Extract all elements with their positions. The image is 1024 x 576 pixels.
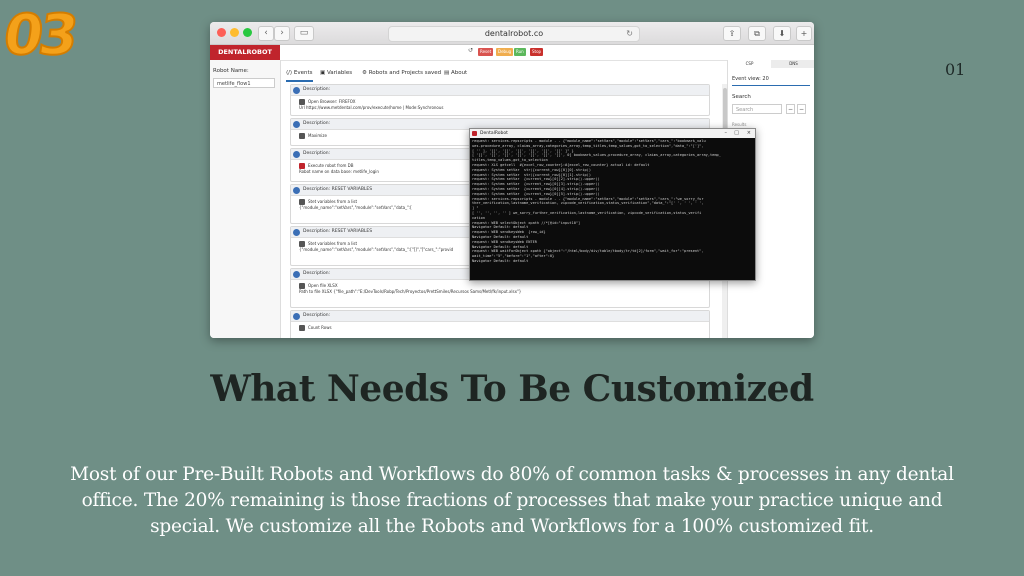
info-icon <box>293 228 300 236</box>
right-panel-tabs: CSP DNS <box>728 60 814 68</box>
tab-about[interactable]: ▤ About <box>444 66 467 80</box>
minimize-icon[interactable]: – <box>725 129 728 138</box>
new-tab-icon[interactable]: + <box>796 26 812 41</box>
card-line-1: Execute robot from DB <box>308 163 354 168</box>
card-line-2: Url https://www.metdental.com/prov/execu… <box>299 105 444 110</box>
rows-icon <box>299 325 305 331</box>
card-description: Description: <box>303 151 331 156</box>
tabs-icon[interactable]: ⧉ <box>748 26 766 41</box>
divider <box>732 85 810 86</box>
tab-robots-projects[interactable]: ⚙ Robots and Projects saved <box>362 66 441 80</box>
maximize-window-dot[interactable] <box>243 28 252 37</box>
browser-toolbar: ‹ › ▭ dentalrobot.co ↻ ⇪ ⧉ ⬇ + <box>210 22 814 45</box>
info-icon <box>293 150 300 158</box>
tab-robots-label: Robots and Projects saved <box>368 70 442 76</box>
download-icon[interactable]: ⬇ <box>773 26 791 41</box>
tab-events[interactable]: ⟨/⟩ Events <box>286 66 313 82</box>
sidebar-toggle-icon[interactable]: ▭ <box>294 26 314 41</box>
card-line-2: {"module_name":"setVars","module":"setVa… <box>299 205 412 210</box>
info-icon <box>293 86 300 94</box>
event-view-label: Event view: 20 <box>732 76 769 82</box>
back-icon[interactable]: ‹ <box>258 26 274 41</box>
tab-dns[interactable]: DNS <box>772 60 814 68</box>
event-card[interactable]: Description: Open Browser: FIREFOX Url ht… <box>290 84 710 116</box>
app-screenshot: ‹ › ▭ dentalrobot.co ↻ ⇪ ⧉ ⬇ + DENTALROB… <box>210 22 814 338</box>
run-button[interactable]: Run <box>514 48 526 56</box>
console-title: DentalRobot <box>480 131 508 136</box>
card-description: Description: <box>303 271 331 276</box>
restore-icon[interactable]: □ <box>734 129 739 138</box>
app-logo: DENTALROBOT <box>210 45 280 60</box>
slide-heading: What Needs To Be Customized <box>210 368 814 410</box>
tab-variables[interactable]: ▣ Variables <box>320 66 352 80</box>
app-toolbar: ↺ Reset Debug Run Stop <box>280 45 814 61</box>
card-description: Description: RESET VARIABLES <box>303 229 373 234</box>
robot-name-label: Robot Name: <box>213 68 249 74</box>
console-titlebar: DentalRobot – □ × <box>470 129 755 138</box>
next-result-button[interactable]: − <box>797 104 806 114</box>
reload-icon[interactable]: ↻ <box>626 27 633 41</box>
undo-icon[interactable]: ↺ <box>468 47 473 54</box>
tab-csp[interactable]: CSP <box>728 60 771 68</box>
card-description: Description: <box>303 121 331 126</box>
info-icon <box>293 312 300 320</box>
card-line-2: Robot name on data base: metlife_login <box>299 169 379 174</box>
card-description: Description: <box>303 87 331 92</box>
card-description: Description: RESET VARIABLES <box>303 187 373 192</box>
maximize-icon <box>299 133 305 139</box>
tab-events-label: Events <box>293 70 313 76</box>
reset-button[interactable]: Reset <box>478 48 494 56</box>
console-output: request: services.repscripts - module - … <box>470 138 755 265</box>
close-icon[interactable]: × <box>747 129 751 138</box>
app-icon <box>472 131 477 136</box>
event-card[interactable]: Description: Count Rows <box>290 310 710 338</box>
url-text: dentalrobot.co <box>484 29 544 38</box>
minimize-window-dot[interactable] <box>230 28 239 37</box>
card-line-1: Open Browser: FIREFOX <box>308 99 356 104</box>
info-icon <box>293 186 300 194</box>
console-window[interactable]: DentalRobot – □ × request: services.reps… <box>469 128 756 281</box>
page-number: 01 <box>945 60 966 79</box>
slide-body: Most of our Pre-Built Robots and Workflo… <box>70 464 954 537</box>
search-input[interactable]: Search <box>732 104 782 114</box>
card-line-1: Open file XLSX <box>308 283 338 288</box>
card-line-1: Maximize <box>308 133 327 138</box>
close-window-dot[interactable] <box>217 28 226 37</box>
share-icon[interactable]: ⇪ <box>723 26 741 41</box>
info-icon <box>293 120 300 128</box>
console-line: Navigator Default: default <box>472 258 529 263</box>
stop-button[interactable]: Stop <box>530 48 544 56</box>
card-line-2: Path to file XLSX {"file_path":"E:/DevTo… <box>299 289 522 294</box>
card-line-1: Stet variables from a list <box>308 199 358 204</box>
section-number-badge: 03 <box>0 2 80 69</box>
robot-name-input[interactable]: metlife_flow1 <box>213 78 275 88</box>
address-bar[interactable]: dentalrobot.co ↻ <box>388 26 640 42</box>
prev-result-button[interactable]: − <box>786 104 795 114</box>
card-description: Description: <box>303 313 331 318</box>
card-line-1: Count Rows <box>308 325 332 330</box>
debug-button[interactable]: Debug <box>496 48 514 56</box>
tab-variables-label: Variables <box>326 70 353 76</box>
search-label: Search <box>732 94 751 100</box>
results-label: Results <box>732 122 747 127</box>
card-line-1: Stet variables from a list <box>308 241 358 246</box>
forward-icon[interactable]: › <box>274 26 290 41</box>
card-line-2: {"module_name":"setVars","module":"setVa… <box>299 247 454 252</box>
tab-about-label: About <box>450 70 468 76</box>
robot-sidebar: Robot Name: metlife_flow1 <box>210 60 281 338</box>
info-icon <box>293 270 300 278</box>
